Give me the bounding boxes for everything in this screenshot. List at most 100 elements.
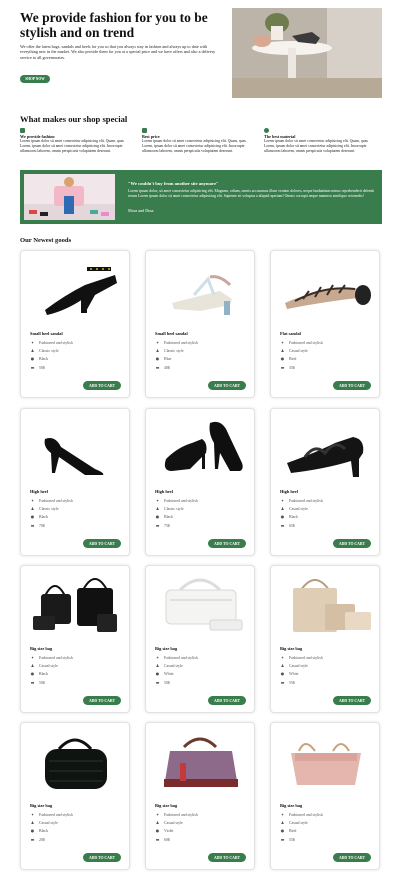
product-style: Casual style (289, 507, 308, 512)
product-card[interactable]: Big size bag ✦ Fashioned and stylish ♟ Casua… (20, 722, 130, 870)
product-price-row: ▬ 50$ (30, 679, 45, 685)
add-to-cart-button[interactable]: ADD TO CART (83, 539, 121, 548)
product-style: Casual style (39, 664, 58, 669)
product-color-row: ● Violet (155, 829, 174, 834)
palette-icon: ● (155, 514, 160, 520)
add-to-cart-button[interactable]: ADD TO CART (333, 539, 371, 548)
product-card[interactable]: Big size bag ✦ Fashioned and stylish ♟ Casua… (20, 565, 130, 713)
palette-icon: ● (280, 828, 285, 834)
palette-icon: ● (280, 514, 285, 520)
add-to-cart-button[interactable]: ADD TO CART (208, 539, 246, 548)
product-color: Beid (289, 357, 297, 362)
hero-title: We provide fashion for you to be stylish… (20, 10, 208, 40)
product-style-row: ♟ Casual style (280, 821, 308, 826)
product-color: Violet (164, 829, 174, 834)
product-feature-row: ✦ Fashioned and stylish (280, 341, 323, 346)
product-color: Black (39, 672, 49, 677)
add-to-cart-button[interactable]: ADD TO CART (83, 381, 121, 390)
product-style-row: ♟ Classic style (155, 349, 184, 354)
hero-image (232, 8, 382, 98)
add-to-cart-button[interactable]: ADD TO CART (208, 853, 246, 862)
pen-icon: ✦ (280, 655, 285, 660)
add-to-cart-button[interactable]: ADD TO CART (333, 381, 371, 390)
product-feature: Fashioned and stylish (164, 499, 198, 503)
product-card[interactable]: Flat sandal ✦ Fashioned and stylish ♟ Casual… (270, 250, 380, 398)
product-color: Blue (164, 357, 172, 362)
product-price: 55$ (289, 680, 295, 685)
product-feature-row: ✦ Fashioned and stylish (30, 499, 73, 504)
product-image (150, 727, 252, 797)
product-feature-row: ✦ Fashioned and stylish (30, 655, 73, 661)
product-card[interactable]: High heel ✦ Fashioned and stylish ♟ Classic … (145, 408, 255, 556)
money-icon: ▬ (155, 679, 160, 685)
product-feature: Fashioned and stylish (164, 656, 198, 660)
product-color: Black (289, 515, 299, 520)
product-color: Black (164, 515, 174, 520)
product-card[interactable]: Small heel sandal ✦ Fashioned and stylish ♟… (145, 250, 255, 398)
add-to-cart-button[interactable]: ADD TO CART (83, 696, 121, 705)
add-to-cart-button[interactable]: ADD TO CART (333, 853, 371, 862)
product-price-row: ▬ 50$ (30, 364, 45, 370)
add-to-cart-button[interactable]: ADD TO CART (208, 696, 246, 705)
product-name: Big size bag (155, 646, 178, 651)
product-card[interactable]: Small heel sandal ✦ Fashioned and stylish ♟… (20, 250, 130, 398)
palette-icon: ● (155, 671, 160, 677)
add-to-cart-button[interactable]: ADD TO CART (83, 853, 121, 862)
product-card[interactable]: Big size bag ✦ Fashioned and stylish ♟ Casua… (145, 565, 255, 713)
money-icon: ▬ (30, 522, 35, 528)
product-color: Beid (289, 829, 297, 834)
money-icon: ▬ (30, 679, 35, 685)
hanger-icon: ♟ (155, 820, 160, 826)
product-style-row: ♟ Casual style (155, 820, 183, 826)
palette-icon: ● (280, 671, 285, 677)
product-price: 40$ (164, 365, 170, 370)
add-to-cart-button[interactable]: ADD TO CART (333, 696, 371, 705)
product-card[interactable]: Big size bag ✦ Fashioned and stylish ♟ Casua… (270, 565, 380, 713)
product-card[interactable]: Big size bag ✦ Fashioned and stylish ♟ Casua… (270, 722, 380, 870)
hanger-icon: ♟ (155, 663, 160, 669)
shirt-icon (20, 128, 25, 133)
product-color: Black (39, 829, 49, 834)
product-style: Casual style (289, 664, 308, 669)
product-price-row: ▬ 65$ (280, 523, 295, 528)
pen-icon: ✦ (30, 812, 35, 817)
product-image (150, 413, 252, 483)
pen-icon: ✦ (280, 812, 285, 817)
product-feature: Fashioned and stylish (39, 813, 73, 817)
shop-now-button[interactable]: SHOP NOW (20, 75, 50, 83)
money-icon: ▬ (280, 364, 285, 370)
product-color: Black (39, 515, 49, 520)
product-image (25, 413, 127, 483)
add-to-cart-button[interactable]: ADD TO CART (208, 381, 246, 390)
product-feature: Fashioned and stylish (39, 656, 73, 660)
product-price-row: ▬ 20$ (30, 837, 45, 842)
product-color-row: ● Black (30, 829, 49, 834)
product-style: Casual style (289, 821, 308, 826)
product-feature-row: ✦ Fashioned and stylish (155, 498, 198, 504)
product-style-row: ♟ Classic style (30, 507, 59, 512)
product-color-row: ● Beid (280, 828, 297, 834)
feature-text: Lorem ipsum dolor sit amet consectetur a… (142, 139, 246, 153)
pen-icon: ✦ (30, 655, 35, 660)
palette-icon: ● (280, 356, 285, 362)
product-card[interactable]: Big size bag ✦ Fashioned and stylish ♟ Casua… (145, 722, 255, 870)
product-image (275, 570, 377, 640)
pen-icon: ✦ (155, 498, 160, 503)
section-title-special: What makes our shop special (20, 114, 128, 124)
product-style-row: ♟ Casual style (30, 821, 58, 826)
product-price: 60$ (164, 837, 170, 842)
product-image (275, 255, 377, 325)
feature-text: Lorem ipsum dolor sit amet consectetur a… (20, 139, 124, 153)
product-card[interactable]: High heel ✦ Fashioned and stylish ♟ Classic … (20, 408, 130, 556)
product-color-row: ● Black (30, 357, 49, 362)
product-feature: Fashioned and stylish (164, 341, 198, 345)
testimonial-quote: "We couldn't buy from another site anymo… (128, 181, 219, 186)
money-icon: ▬ (155, 836, 160, 842)
product-price-row: ▬ 35$ (280, 364, 295, 370)
money-icon: ▬ (30, 364, 35, 370)
product-feature-row: ✦ Fashioned and stylish (280, 812, 323, 818)
product-price: 55$ (289, 837, 295, 842)
product-color: Black (39, 357, 49, 362)
product-card[interactable]: High heel ✦ Fashioned and stylish ♟ Casual s… (270, 408, 380, 556)
product-name: High heel (155, 489, 173, 494)
